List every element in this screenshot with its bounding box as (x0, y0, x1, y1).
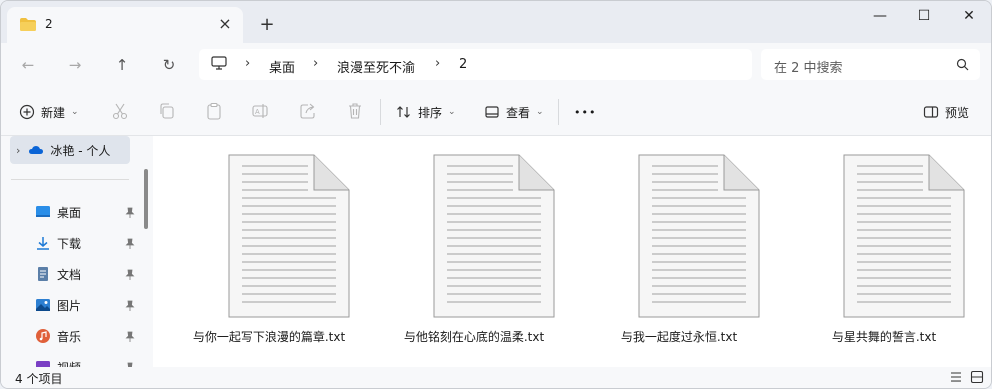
breadcrumb-separator[interactable]: › (435, 56, 440, 71)
address-bar[interactable]: › 桌面 › 浪漫至死不渝 › 2 (199, 49, 752, 80)
sidebar-item-music[interactable]: 音乐 (35, 322, 81, 350)
forward-button[interactable]: → (62, 53, 88, 77)
sidebar-item-label: 下载 (57, 236, 82, 251)
sidebar-item-documents[interactable]: 文档 (35, 260, 81, 288)
music-icon (36, 329, 50, 343)
navigation-pane: › 冰艳 - 个人 桌面 下载 文档 图片 音乐 (1, 136, 153, 375)
chevron-down-icon: ⌄ (448, 107, 456, 117)
title-bar: 2 × + — ☐ ✕ (1, 1, 991, 43)
svg-text:A: A (255, 109, 260, 116)
breadcrumb-desktop[interactable]: 桌面 (269, 57, 295, 76)
text-file-icon (638, 154, 760, 318)
paste-icon[interactable] (204, 101, 224, 121)
text-file-icon (843, 154, 965, 318)
chevron-right-icon: › (16, 143, 21, 157)
new-tab-button[interactable]: + (256, 14, 278, 36)
new-label: 新建 (41, 105, 66, 120)
sort-button[interactable]: 排序 ⌄ (396, 99, 456, 125)
folder-icon (20, 18, 36, 31)
view-label: 查看 (506, 105, 531, 120)
status-bar: 4 个项目 (1, 367, 991, 388)
sidebar-item-onedrive[interactable]: › 冰艳 - 个人 (10, 136, 130, 164)
pin-icon[interactable] (125, 238, 135, 250)
sidebar-divider (11, 179, 129, 180)
copy-icon[interactable] (157, 101, 177, 121)
chevron-down-icon: ⌄ (71, 107, 79, 117)
breadcrumb-current[interactable]: 2 (459, 57, 467, 72)
chevron-down-icon: ⌄ (536, 107, 544, 117)
sidebar-item-label: 冰艳 - 个人 (50, 143, 111, 158)
tab-title: 2 (45, 17, 53, 31)
sidebar-item-downloads[interactable]: 下载 (35, 229, 81, 257)
file-explorer-window: 2 × + — ☐ ✕ ← → ↑ ↻ › 桌面 › 浪漫至死不渝 › 2 在 … (0, 0, 992, 389)
search-icon (956, 58, 969, 71)
file-name: 与他铭刻在心底的温柔.txt (403, 330, 545, 344)
documents-icon (38, 267, 48, 281)
toolbar-divider (558, 99, 559, 125)
rename-icon[interactable]: A (251, 101, 271, 121)
text-file-icon (433, 154, 555, 318)
share-icon[interactable] (298, 101, 318, 121)
file-item[interactable]: 与星共舞的誓言.txt (794, 150, 974, 350)
sidebar-item-label: 音乐 (57, 329, 82, 344)
navigation-bar: ← → ↑ ↻ › 桌面 › 浪漫至死不渝 › 2 在 2 中搜索 (1, 43, 991, 87)
file-list: 与你一起写下浪漫的篇章.txt 与他铭刻在心底的温柔.txt 与我一起度过永恒.… (153, 136, 991, 367)
search-box[interactable]: 在 2 中搜索 (761, 49, 980, 80)
preview-label: 预览 (945, 105, 970, 120)
close-button[interactable]: ✕ (946, 1, 991, 31)
pin-icon[interactable] (125, 207, 135, 219)
sidebar-item-label: 桌面 (57, 205, 82, 220)
file-item[interactable]: 与我一起度过永恒.txt (589, 150, 769, 350)
file-item[interactable]: 与你一起写下浪漫的篇章.txt (179, 150, 359, 350)
file-name: 与星共舞的誓言.txt (831, 330, 937, 344)
computer-icon (211, 56, 227, 70)
tiles-view-icon[interactable] (970, 370, 984, 384)
preview-button[interactable]: 预览 (923, 99, 969, 125)
desktop-icon (36, 206, 50, 217)
search-input[interactable]: 在 2 中搜索 (774, 57, 843, 76)
plus-circle-icon (19, 104, 35, 120)
file-name: 与我一起度过永恒.txt (620, 330, 738, 344)
breadcrumb-folder[interactable]: 浪漫至死不渝 (337, 57, 415, 76)
file-item[interactable]: 与他铭刻在心底的温柔.txt (384, 150, 564, 350)
maximize-button[interactable]: ☐ (901, 1, 947, 31)
back-button[interactable]: ← (15, 53, 41, 77)
cloud-icon (29, 146, 44, 154)
refresh-button[interactable]: ↻ (156, 53, 182, 77)
download-icon (37, 237, 49, 250)
details-view-icon[interactable] (949, 370, 963, 384)
breadcrumb-separator[interactable]: › (313, 56, 318, 71)
tab-close-button[interactable]: × (215, 14, 235, 34)
text-file-icon (228, 154, 350, 318)
view-icon (485, 106, 499, 118)
pin-icon[interactable] (125, 331, 135, 343)
more-icon: ••• (574, 105, 597, 119)
file-name: 与你一起写下浪漫的篇章.txt (192, 330, 346, 344)
sidebar-item-label: 文档 (57, 267, 82, 282)
sort-label: 排序 (418, 105, 443, 120)
pin-icon[interactable] (125, 300, 135, 312)
command-bar: 新建 ⌄ A 排序 ⌄ 查看 ⌄ ••• 预览 (1, 87, 991, 136)
sidebar-scrollbar[interactable] (144, 169, 148, 229)
cut-icon[interactable] (110, 101, 130, 121)
new-button[interactable]: 新建 ⌄ (19, 99, 79, 125)
up-button[interactable]: ↑ (109, 53, 135, 77)
more-button[interactable]: ••• (574, 99, 596, 125)
sidebar-item-desktop[interactable]: 桌面 (35, 198, 81, 226)
pin-icon[interactable] (125, 269, 135, 281)
preview-pane-icon (923, 106, 939, 118)
pictures-icon (36, 299, 50, 311)
sidebar-item-label: 图片 (57, 298, 82, 313)
sidebar-item-pictures[interactable]: 图片 (35, 291, 81, 319)
breadcrumb-separator[interactable]: › (245, 56, 250, 71)
item-count: 4 个项目 (15, 372, 63, 386)
delete-icon[interactable] (345, 101, 365, 121)
tab-current[interactable]: 2 × (7, 7, 243, 43)
view-button[interactable]: 查看 ⌄ (484, 99, 544, 125)
minimize-button[interactable]: — (857, 1, 903, 31)
sort-icon (397, 106, 410, 118)
toolbar-divider (380, 99, 381, 125)
